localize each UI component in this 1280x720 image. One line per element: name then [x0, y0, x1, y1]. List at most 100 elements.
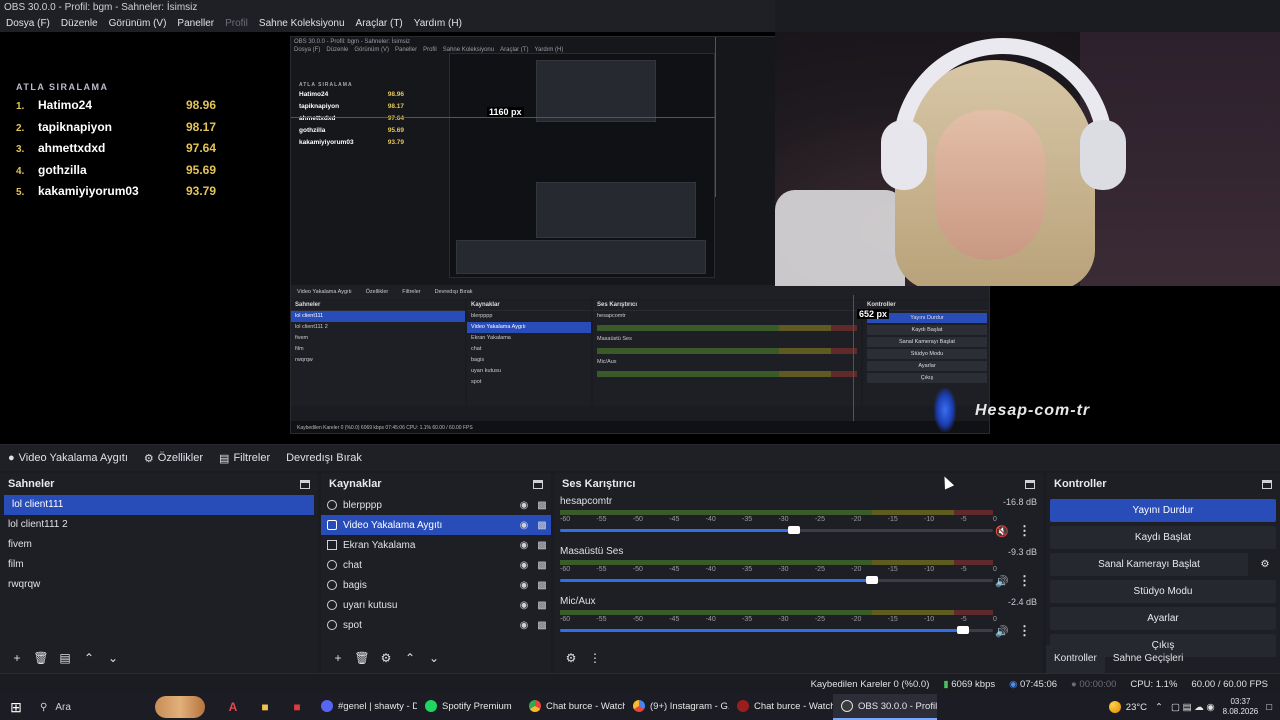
studio-mode-button[interactable]: Stüdyo Modu: [1050, 580, 1276, 603]
taskbar-app-chrome-1[interactable]: Chat burce - Watch...: [521, 694, 625, 720]
scene-item[interactable]: lol client111: [4, 495, 314, 515]
source-item[interactable]: Ekran Yakalama ◉ ▩: [321, 535, 551, 555]
start-virtualcam-button[interactable]: Sanal Kamerayı Başlat ⚙: [1050, 553, 1269, 576]
scene-item[interactable]: film: [0, 555, 318, 575]
tab-scene-transitions[interactable]: Sahne Geçişleri: [1105, 645, 1192, 673]
menu-docks[interactable]: Paneller: [177, 16, 214, 32]
measure-label-width: 1160 px: [487, 107, 524, 117]
lock-icon[interactable]: ▩: [533, 520, 551, 531]
taskbar-app-browser[interactable]: Chat burce - Watch...: [729, 694, 833, 720]
volume-slider[interactable]: [560, 524, 993, 536]
menu-edit[interactable]: Düzenle: [61, 16, 98, 32]
eye-icon[interactable]: ◉: [515, 600, 533, 611]
app-red-icon[interactable]: ■: [281, 700, 313, 714]
weather[interactable]: 23°C: [1108, 701, 1147, 713]
eye-icon[interactable]: ◉: [515, 540, 533, 551]
taskbar-app-obs[interactable]: OBS 30.0.0 - Profil:...: [833, 694, 937, 720]
sun-icon: [1108, 701, 1121, 713]
speaker-icon[interactable]: 🔊: [995, 625, 1009, 638]
source-item[interactable]: blerpppp ◉ ▩: [321, 495, 551, 515]
lock-icon[interactable]: ▩: [533, 500, 551, 511]
volume-slider[interactable]: [560, 624, 993, 636]
start-record-button[interactable]: Kaydı Başlat: [1050, 526, 1276, 549]
lock-icon[interactable]: ▩: [533, 560, 551, 571]
undock-icon[interactable]: [533, 479, 543, 489]
arrow-up-icon[interactable]: ⌃: [401, 649, 419, 667]
windows-start-icon[interactable]: ⊞: [0, 699, 32, 716]
settings-button[interactable]: Ayarlar: [1050, 607, 1276, 630]
undock-icon[interactable]: [1025, 479, 1035, 489]
volume-slider[interactable]: [560, 574, 993, 586]
source-item[interactable]: bagis ◉ ▩: [321, 575, 551, 595]
stop-stream-button[interactable]: Yayını Durdur: [1050, 499, 1276, 522]
scene-item[interactable]: lol client111 2: [0, 515, 318, 535]
lock-icon[interactable]: ▩: [533, 580, 551, 591]
source-item[interactable]: spot ◉ ▩: [321, 615, 551, 635]
eye-icon[interactable]: ◉: [515, 560, 533, 571]
source-item[interactable]: uyarı kutusu ◉ ▩: [321, 595, 551, 615]
taskbar-app-discord[interactable]: #genel | shawty - D...: [313, 694, 417, 720]
clock[interactable]: 03:37 8.08.2026: [1223, 697, 1259, 717]
meter-ticks: -60 -55 -50 -45 -40 -35 -30 -25 -20 -15 -10 -5 0: [560, 516, 997, 523]
volume-meter: [560, 510, 993, 515]
source-item[interactable]: Video Yakalama Aygıtı ◉ ▩: [321, 515, 551, 535]
scene-item[interactable]: fivem: [0, 535, 318, 555]
arrow-down-icon[interactable]: ⌄: [104, 649, 122, 667]
more-options-icon[interactable]: ⋮: [586, 649, 604, 667]
undock-icon[interactable]: [1262, 479, 1272, 489]
eye-icon[interactable]: ◉: [515, 520, 533, 531]
taskbar-search[interactable]: ⚲ Ara: [32, 694, 217, 720]
trash-icon[interactable]: 🗑: [32, 649, 50, 667]
menu-help[interactable]: Yardım (H): [414, 16, 462, 32]
lock-icon[interactable]: ▩: [533, 600, 551, 611]
leaderboard-title: ATLA SIRALAMA: [16, 82, 109, 92]
taskbar-app-spotify[interactable]: Spotify Premium: [417, 694, 521, 720]
menu-file[interactable]: Dosya (F): [6, 16, 50, 32]
source-item[interactable]: chat ◉ ▩: [321, 555, 551, 575]
undock-icon[interactable]: [300, 479, 310, 489]
speaker-icon[interactable]: 🔊: [995, 575, 1009, 588]
tray-icons[interactable]: ▢ ▤ ☁ ◉: [1171, 702, 1215, 713]
disable-button[interactable]: Devredışı Bırak: [278, 445, 370, 472]
scene-item[interactable]: rwqrqw: [0, 575, 318, 595]
stream-icon: ◉: [1009, 678, 1018, 690]
tab-controls[interactable]: Kontroller: [1046, 645, 1105, 673]
arrow-down-icon[interactable]: ⌄: [425, 649, 443, 667]
more-options-icon[interactable]: ⋮: [1018, 573, 1031, 589]
preview-canvas[interactable]: ATLA SIRALAMA 1. Hatimo24 98.96 2. tapiknap…: [0, 32, 1280, 444]
add-scene-icon[interactable]: +: [8, 649, 26, 667]
nested-status: Kaybedilen Kareler 0 (%0.0) 6069 kbps 07…: [291, 421, 989, 433]
gear-icon[interactable]: ⚙: [1254, 553, 1276, 576]
adobe-icon[interactable]: A: [217, 700, 249, 714]
filters-button[interactable]: ▤ Filtreler: [211, 445, 278, 472]
notification-icon[interactable]: □: [1266, 702, 1272, 713]
menu-bar: Dosya (F) Düzenle Görünüm (V) Paneller P…: [0, 16, 775, 32]
more-options-icon[interactable]: ⋮: [1018, 623, 1031, 639]
source-toolbar: ● Video Yakalama Aygıtı ⚙ Özellikler ▤ F…: [0, 444, 1280, 471]
browser-icon: [327, 600, 337, 610]
properties-button[interactable]: ⚙ Özellikler: [136, 445, 211, 472]
folder-icon[interactable]: ■: [249, 700, 281, 714]
scene-list[interactable]: lol client111 lol client111 2 fivem film…: [0, 495, 318, 595]
watermark-logo: Hesap-com-tr: [975, 402, 1091, 419]
trash-icon[interactable]: 🗑: [353, 649, 371, 667]
eye-icon[interactable]: ◉: [515, 620, 533, 631]
speaker-muted-icon[interactable]: 🔇: [995, 525, 1009, 538]
more-options-icon[interactable]: ⋮: [1018, 523, 1031, 539]
chevron-up-icon[interactable]: ⌃: [1155, 702, 1163, 713]
eye-icon[interactable]: ◉: [515, 580, 533, 591]
lock-icon[interactable]: ▩: [533, 620, 551, 631]
menu-view[interactable]: Görünüm (V): [109, 16, 167, 32]
filter-icon[interactable]: ▤: [56, 649, 74, 667]
taskbar-app-chrome-2[interactable]: (9+) Instagram - G...: [625, 694, 729, 720]
eye-icon[interactable]: ◉: [515, 500, 533, 511]
add-source-icon[interactable]: +: [329, 649, 347, 667]
source-list[interactable]: blerpppp ◉ ▩ Video Yakalama Aygıtı ◉ ▩ Ekran…: [321, 495, 551, 635]
menu-tools[interactable]: Araçlar (T): [356, 16, 403, 32]
gear-icon[interactable]: ⚙: [562, 649, 580, 667]
menu-scene-collection[interactable]: Sahne Koleksiyonu: [259, 16, 345, 32]
arrow-up-icon[interactable]: ⌃: [80, 649, 98, 667]
lock-icon[interactable]: ▩: [533, 540, 551, 551]
menu-profile[interactable]: Profil: [225, 16, 248, 32]
gear-icon[interactable]: ⚙: [377, 649, 395, 667]
